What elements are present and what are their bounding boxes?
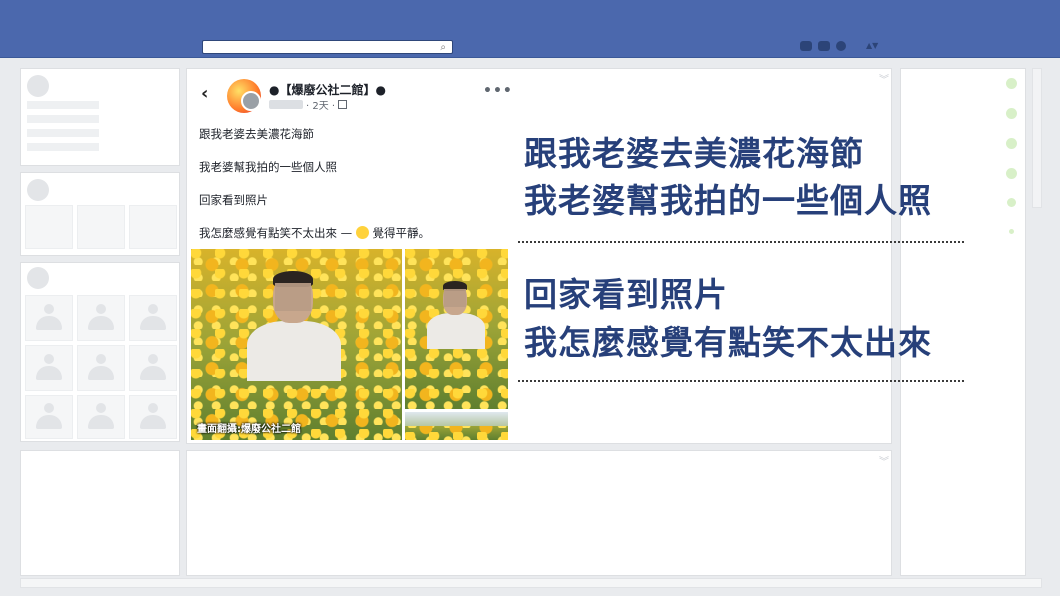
person-icon (36, 304, 62, 332)
face-mosaic (444, 289, 466, 307)
feeling-text: 覺得平靜。 (372, 226, 430, 240)
globe-icon (27, 75, 49, 97)
friend-tile[interactable] (77, 295, 125, 341)
friend-tile[interactable] (77, 395, 125, 439)
person-icon (88, 403, 114, 431)
overlay-line-1: 跟我老婆去美濃花海節 (524, 134, 864, 173)
online-status-dot (1006, 78, 1017, 89)
top-navigation-bar: ⌕ ▲▼ (0, 0, 1060, 58)
person-icon (140, 403, 166, 431)
online-status-dot (1009, 229, 1014, 234)
person-icon (140, 304, 166, 332)
sky (405, 412, 508, 426)
post-line-4-text: 我怎麼感覺有點笑不太出來 — (199, 226, 356, 240)
placeholder-line (27, 129, 99, 137)
friend-tile[interactable] (77, 345, 125, 391)
dotted-divider (518, 241, 964, 243)
post-card: ︾ ‹ ●【爆廢公社二館】● · 2天 · ••• 跟我老婆去美濃花海節 我老婆… (186, 68, 892, 444)
page-name[interactable]: ●【爆廢公社二館】● (269, 81, 386, 98)
friend-tile[interactable] (129, 345, 177, 391)
dotted-divider (518, 380, 964, 382)
placeholder-line (27, 143, 99, 151)
friends-group-icon (27, 267, 49, 289)
post-line-4: 我怎麼感覺有點笑不太出來 — 覺得平靜。 (199, 225, 430, 241)
left-panel-photos (20, 172, 180, 256)
account-menu[interactable]: ▲▼ (866, 41, 888, 51)
post-photo-main[interactable]: 畫面翻攝:爆廢公社二館 (191, 249, 402, 440)
friend-tile[interactable] (25, 295, 73, 341)
friend-tile[interactable] (129, 295, 177, 341)
online-status-dot (1006, 108, 1017, 119)
online-status-dot (1006, 138, 1017, 149)
overlay-line-2: 我老婆幫我拍的一些個人照 (524, 181, 932, 220)
man-figure (421, 279, 491, 349)
horizontal-scrollbar[interactable] (20, 578, 1042, 588)
person-icon (88, 304, 114, 332)
left-panel-empty (20, 450, 180, 576)
post-photo-3[interactable] (405, 412, 508, 440)
privacy-icon (338, 100, 348, 109)
feed-placeholder-panel: ︾ (186, 450, 892, 576)
search-icon[interactable]: ⌕ (440, 41, 446, 54)
messages-icon[interactable] (818, 41, 830, 51)
overlay-line-4: 我怎麼感覺有點笑不太出來 (524, 323, 932, 362)
more-options-button[interactable]: ••• (483, 83, 513, 99)
blurred-author (269, 100, 303, 109)
relieved-emoji-icon (355, 226, 369, 239)
friend-tile[interactable] (129, 395, 177, 439)
photo-tile[interactable] (129, 205, 177, 249)
left-panel-explore (20, 68, 180, 166)
online-status-dot (1006, 168, 1017, 179)
overlay-line-3: 回家看到照片 (524, 275, 728, 314)
photo-tile[interactable] (77, 205, 125, 249)
photo-tile[interactable] (25, 205, 73, 249)
friend-tile[interactable] (25, 345, 73, 391)
friends-icon[interactable] (800, 41, 812, 51)
post-line-2: 我老婆幫我拍的一些個人照 (199, 160, 337, 174)
post-line-1: 跟我老婆去美濃花海節 (199, 127, 314, 141)
notifications-icon[interactable] (836, 41, 846, 51)
online-status-dot (1007, 198, 1016, 207)
person-icon (88, 354, 114, 382)
user-avatar[interactable] (241, 91, 261, 111)
top-icons: ▲▼ (800, 41, 888, 51)
person-icon (140, 354, 166, 382)
friend-tile[interactable] (25, 395, 73, 439)
person-icon (36, 403, 62, 431)
back-arrow-icon[interactable]: ‹ (201, 83, 208, 104)
placeholder-line (27, 101, 99, 109)
photo-icon (27, 179, 49, 201)
placeholder-line (27, 115, 99, 123)
post-photo-2[interactable] (405, 249, 508, 409)
left-panel-friends (20, 262, 180, 442)
search-input[interactable]: ⌕ (202, 40, 453, 54)
vertical-scrollbar[interactable] (1032, 68, 1042, 208)
post-time[interactable]: · 2天 · (306, 97, 335, 112)
post-line-3: 回家看到照片 (199, 193, 268, 207)
man-figure (239, 269, 349, 389)
chevron-down-icon[interactable]: ︾ (879, 453, 889, 468)
photo-caption: 畫面翻攝:爆廢公社二館 (197, 424, 301, 435)
post-meta: · 2天 · (269, 97, 348, 112)
chevron-down-icon[interactable]: ︾ (879, 71, 889, 86)
person-icon (36, 354, 62, 382)
face-mosaic (275, 283, 311, 311)
